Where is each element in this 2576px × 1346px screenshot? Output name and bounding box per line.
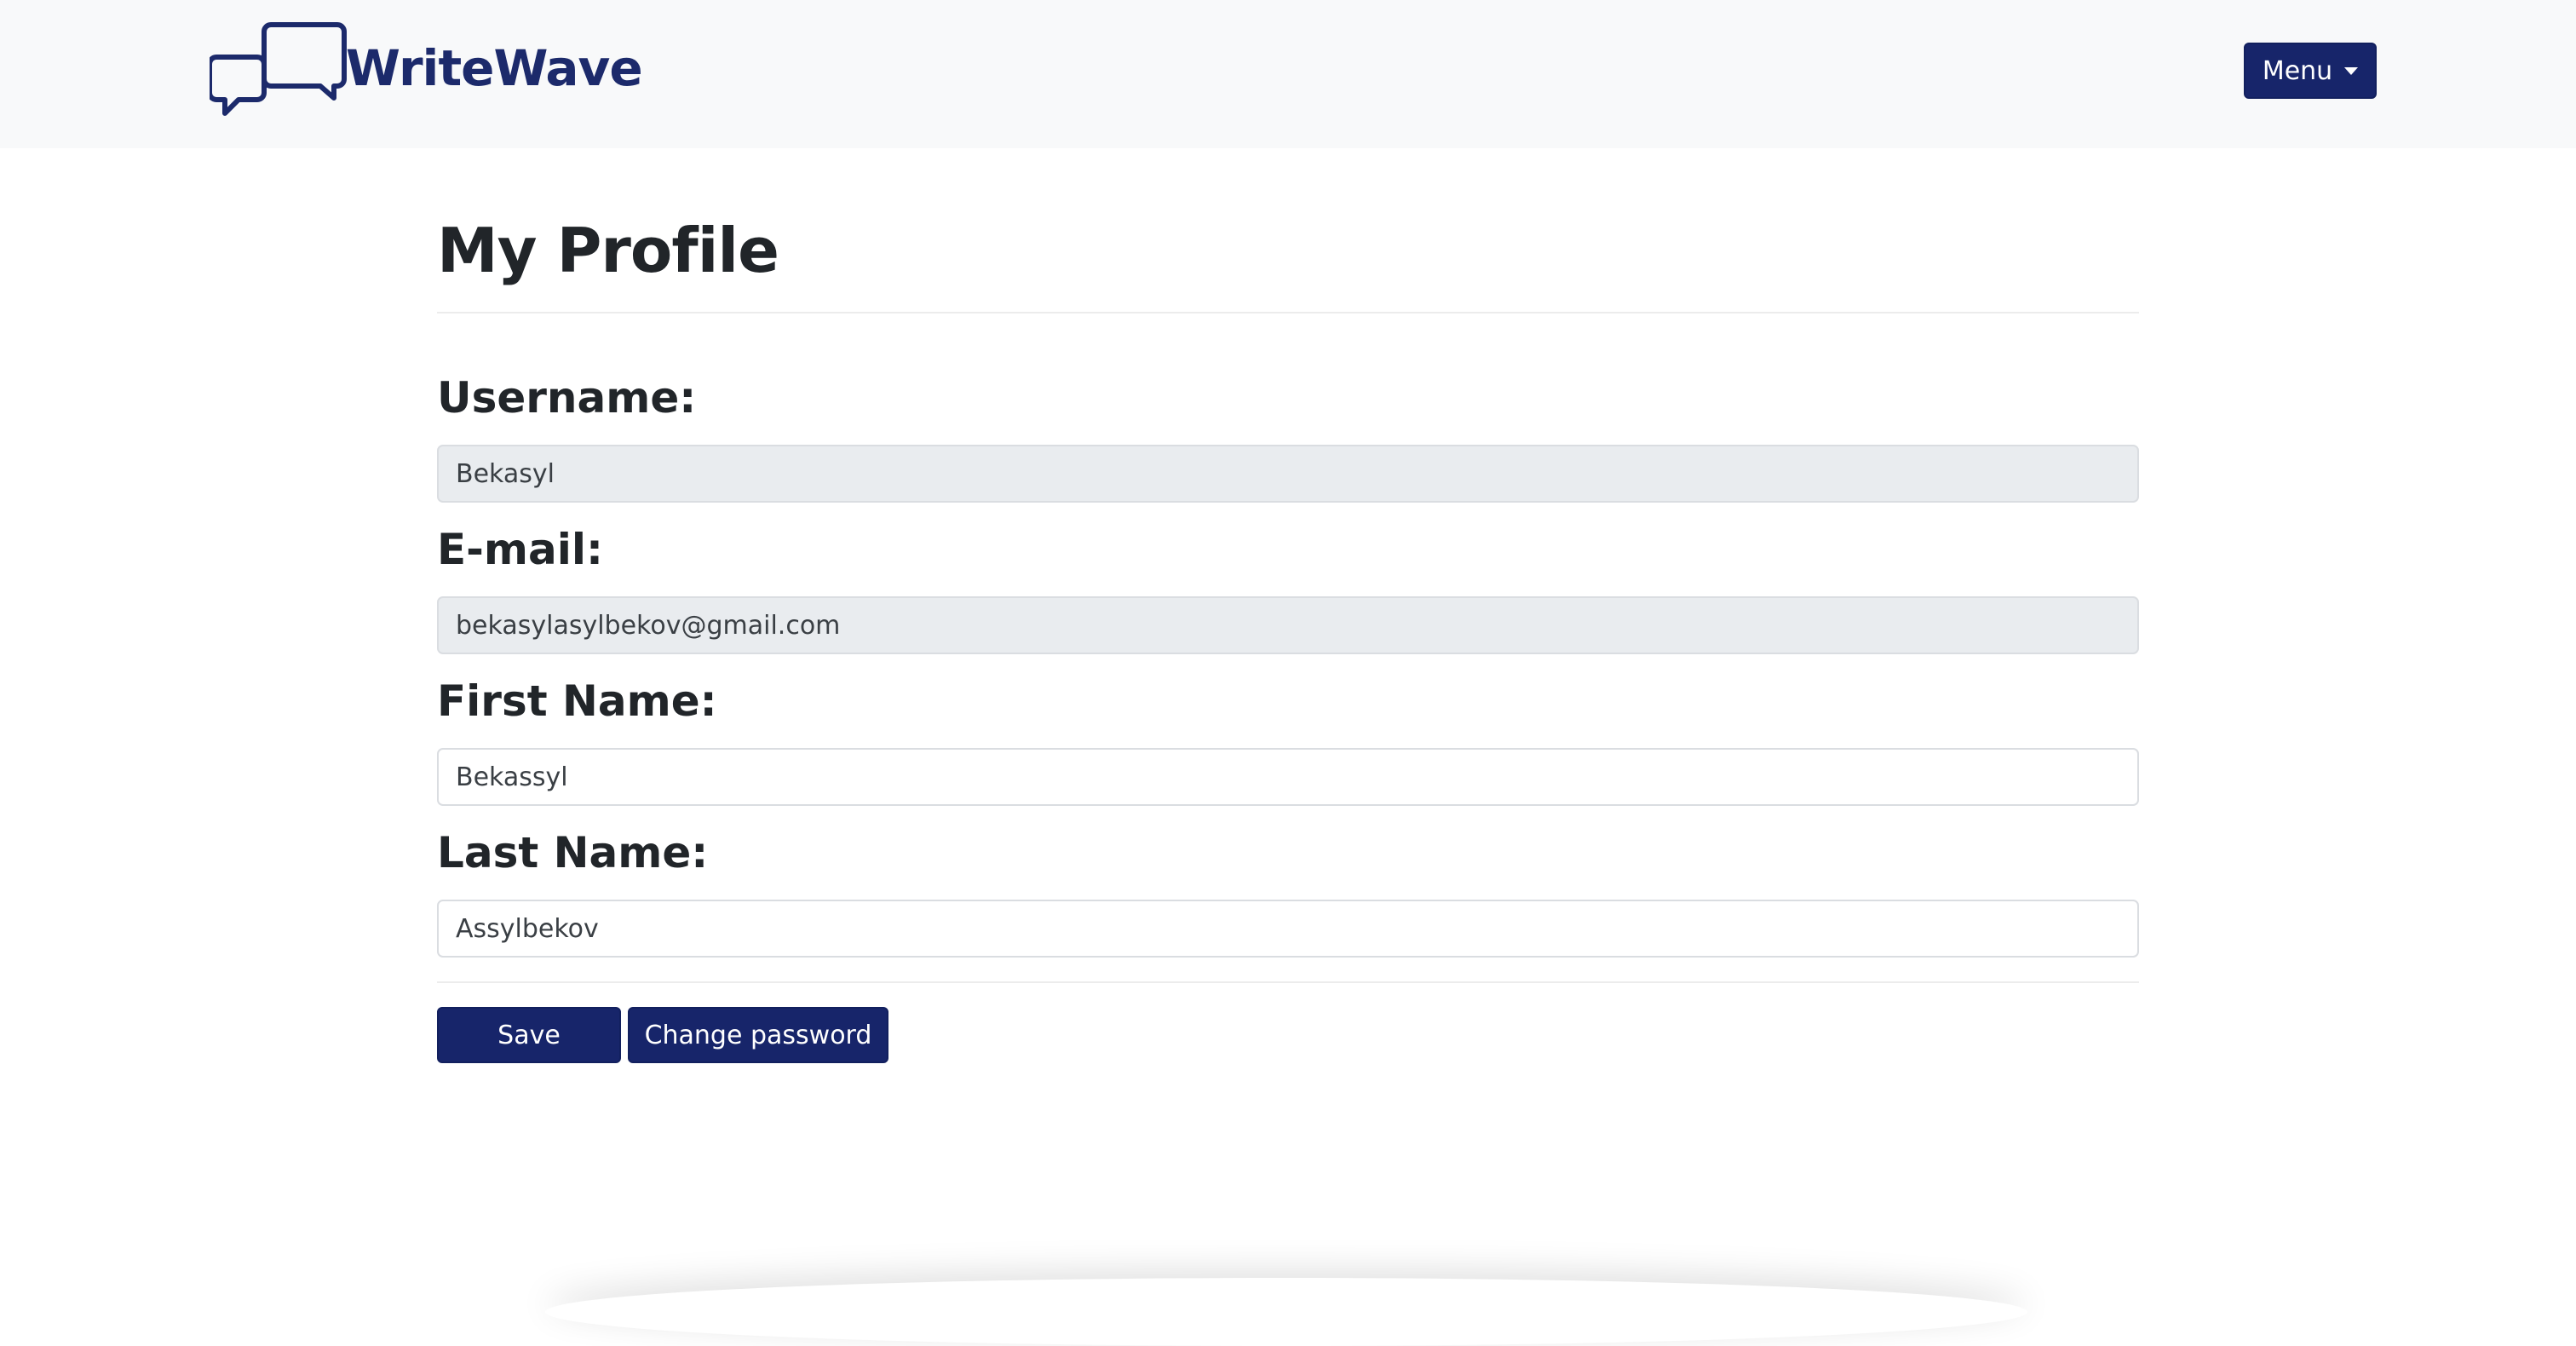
profile-container: My Profile Username: E-mail: First Name:… (437, 148, 2139, 1063)
brand-name: WriteWave (346, 39, 643, 97)
menu-label: Menu (2262, 55, 2333, 86)
top-navbar: WriteWave Menu (0, 0, 2576, 148)
first-name-label: First Name: (437, 676, 717, 726)
last-name-field[interactable] (437, 900, 2139, 958)
username-field[interactable] (437, 445, 2139, 503)
menu-dropdown-button[interactable]: Menu (2244, 43, 2377, 99)
last-name-label: Last Name: (437, 828, 709, 877)
chat-bubbles-icon (207, 21, 348, 122)
save-button[interactable]: Save (437, 1007, 621, 1063)
title-divider (437, 312, 2139, 313)
brand-logo[interactable]: WriteWave (207, 21, 643, 122)
email-field[interactable] (437, 596, 2139, 654)
first-name-field[interactable] (437, 748, 2139, 806)
form-actions: Save Change password (437, 1007, 2139, 1063)
username-label: Username: (437, 373, 697, 423)
page-title: My Profile (437, 215, 779, 286)
caret-down-icon (2344, 66, 2359, 75)
change-password-button[interactable]: Change password (628, 1007, 888, 1063)
form-divider (437, 981, 2139, 983)
footer-shadow (545, 1278, 2027, 1346)
email-label: E-mail: (437, 525, 604, 574)
